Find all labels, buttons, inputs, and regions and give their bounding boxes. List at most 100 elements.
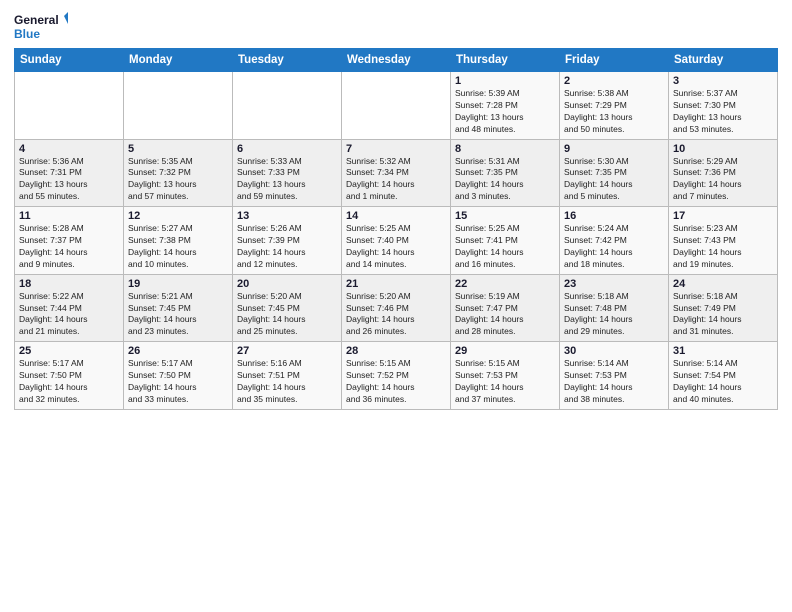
day-info: Sunrise: 5:20 AM Sunset: 7:45 PM Dayligh… bbox=[237, 291, 337, 339]
calendar-header-friday: Friday bbox=[560, 49, 669, 72]
calendar-cell: 5Sunrise: 5:35 AM Sunset: 7:32 PM Daylig… bbox=[124, 139, 233, 207]
calendar-cell: 10Sunrise: 5:29 AM Sunset: 7:36 PM Dayli… bbox=[669, 139, 778, 207]
day-number: 18 bbox=[19, 278, 119, 290]
calendar-cell: 30Sunrise: 5:14 AM Sunset: 7:53 PM Dayli… bbox=[560, 342, 669, 410]
day-number: 14 bbox=[346, 210, 446, 222]
day-number: 5 bbox=[128, 143, 228, 155]
calendar-cell: 18Sunrise: 5:22 AM Sunset: 7:44 PM Dayli… bbox=[15, 274, 124, 342]
calendar-cell: 20Sunrise: 5:20 AM Sunset: 7:45 PM Dayli… bbox=[233, 274, 342, 342]
day-info: Sunrise: 5:29 AM Sunset: 7:36 PM Dayligh… bbox=[673, 156, 773, 204]
calendar-cell: 19Sunrise: 5:21 AM Sunset: 7:45 PM Dayli… bbox=[124, 274, 233, 342]
calendar-header-sunday: Sunday bbox=[15, 49, 124, 72]
calendar-cell: 28Sunrise: 5:15 AM Sunset: 7:52 PM Dayli… bbox=[342, 342, 451, 410]
calendar-cell: 23Sunrise: 5:18 AM Sunset: 7:48 PM Dayli… bbox=[560, 274, 669, 342]
day-info: Sunrise: 5:25 AM Sunset: 7:40 PM Dayligh… bbox=[346, 223, 446, 271]
calendar-cell: 6Sunrise: 5:33 AM Sunset: 7:33 PM Daylig… bbox=[233, 139, 342, 207]
calendar-cell bbox=[342, 72, 451, 140]
day-number: 7 bbox=[346, 143, 446, 155]
day-info: Sunrise: 5:18 AM Sunset: 7:48 PM Dayligh… bbox=[564, 291, 664, 339]
calendar-table: SundayMondayTuesdayWednesdayThursdayFrid… bbox=[14, 48, 778, 410]
calendar-cell: 25Sunrise: 5:17 AM Sunset: 7:50 PM Dayli… bbox=[15, 342, 124, 410]
calendar-week-row: 1Sunrise: 5:39 AM Sunset: 7:28 PM Daylig… bbox=[15, 72, 778, 140]
day-info: Sunrise: 5:20 AM Sunset: 7:46 PM Dayligh… bbox=[346, 291, 446, 339]
day-number: 15 bbox=[455, 210, 555, 222]
day-info: Sunrise: 5:17 AM Sunset: 7:50 PM Dayligh… bbox=[128, 358, 228, 406]
day-number: 10 bbox=[673, 143, 773, 155]
calendar-cell: 14Sunrise: 5:25 AM Sunset: 7:40 PM Dayli… bbox=[342, 207, 451, 275]
day-number: 11 bbox=[19, 210, 119, 222]
calendar-cell: 21Sunrise: 5:20 AM Sunset: 7:46 PM Dayli… bbox=[342, 274, 451, 342]
calendar-cell: 16Sunrise: 5:24 AM Sunset: 7:42 PM Dayli… bbox=[560, 207, 669, 275]
day-number: 30 bbox=[564, 345, 664, 357]
day-info: Sunrise: 5:37 AM Sunset: 7:30 PM Dayligh… bbox=[673, 88, 773, 136]
day-info: Sunrise: 5:15 AM Sunset: 7:53 PM Dayligh… bbox=[455, 358, 555, 406]
calendar-cell: 8Sunrise: 5:31 AM Sunset: 7:35 PM Daylig… bbox=[451, 139, 560, 207]
calendar-cell bbox=[233, 72, 342, 140]
day-number: 17 bbox=[673, 210, 773, 222]
calendar-header-monday: Monday bbox=[124, 49, 233, 72]
calendar-cell: 15Sunrise: 5:25 AM Sunset: 7:41 PM Dayli… bbox=[451, 207, 560, 275]
day-number: 21 bbox=[346, 278, 446, 290]
calendar-cell: 29Sunrise: 5:15 AM Sunset: 7:53 PM Dayli… bbox=[451, 342, 560, 410]
day-info: Sunrise: 5:33 AM Sunset: 7:33 PM Dayligh… bbox=[237, 156, 337, 204]
calendar-header-wednesday: Wednesday bbox=[342, 49, 451, 72]
day-number: 31 bbox=[673, 345, 773, 357]
page-header: General Blue bbox=[14, 10, 778, 42]
day-number: 19 bbox=[128, 278, 228, 290]
day-number: 13 bbox=[237, 210, 337, 222]
day-info: Sunrise: 5:18 AM Sunset: 7:49 PM Dayligh… bbox=[673, 291, 773, 339]
day-info: Sunrise: 5:24 AM Sunset: 7:42 PM Dayligh… bbox=[564, 223, 664, 271]
calendar-header-row: SundayMondayTuesdayWednesdayThursdayFrid… bbox=[15, 49, 778, 72]
day-info: Sunrise: 5:15 AM Sunset: 7:52 PM Dayligh… bbox=[346, 358, 446, 406]
day-info: Sunrise: 5:30 AM Sunset: 7:35 PM Dayligh… bbox=[564, 156, 664, 204]
calendar-cell: 11Sunrise: 5:28 AM Sunset: 7:37 PM Dayli… bbox=[15, 207, 124, 275]
calendar-cell: 13Sunrise: 5:26 AM Sunset: 7:39 PM Dayli… bbox=[233, 207, 342, 275]
calendar-cell: 12Sunrise: 5:27 AM Sunset: 7:38 PM Dayli… bbox=[124, 207, 233, 275]
calendar-cell: 27Sunrise: 5:16 AM Sunset: 7:51 PM Dayli… bbox=[233, 342, 342, 410]
calendar-cell: 31Sunrise: 5:14 AM Sunset: 7:54 PM Dayli… bbox=[669, 342, 778, 410]
day-info: Sunrise: 5:26 AM Sunset: 7:39 PM Dayligh… bbox=[237, 223, 337, 271]
calendar-week-row: 4Sunrise: 5:36 AM Sunset: 7:31 PM Daylig… bbox=[15, 139, 778, 207]
svg-text:Blue: Blue bbox=[14, 27, 40, 41]
calendar-week-row: 11Sunrise: 5:28 AM Sunset: 7:37 PM Dayli… bbox=[15, 207, 778, 275]
calendar-cell bbox=[15, 72, 124, 140]
day-number: 4 bbox=[19, 143, 119, 155]
day-info: Sunrise: 5:38 AM Sunset: 7:29 PM Dayligh… bbox=[564, 88, 664, 136]
day-info: Sunrise: 5:32 AM Sunset: 7:34 PM Dayligh… bbox=[346, 156, 446, 204]
day-number: 25 bbox=[19, 345, 119, 357]
calendar-cell: 1Sunrise: 5:39 AM Sunset: 7:28 PM Daylig… bbox=[451, 72, 560, 140]
day-info: Sunrise: 5:16 AM Sunset: 7:51 PM Dayligh… bbox=[237, 358, 337, 406]
day-info: Sunrise: 5:31 AM Sunset: 7:35 PM Dayligh… bbox=[455, 156, 555, 204]
calendar-cell: 22Sunrise: 5:19 AM Sunset: 7:47 PM Dayli… bbox=[451, 274, 560, 342]
day-number: 27 bbox=[237, 345, 337, 357]
day-info: Sunrise: 5:23 AM Sunset: 7:43 PM Dayligh… bbox=[673, 223, 773, 271]
day-info: Sunrise: 5:39 AM Sunset: 7:28 PM Dayligh… bbox=[455, 88, 555, 136]
day-info: Sunrise: 5:36 AM Sunset: 7:31 PM Dayligh… bbox=[19, 156, 119, 204]
day-number: 23 bbox=[564, 278, 664, 290]
day-number: 3 bbox=[673, 75, 773, 87]
calendar-header-saturday: Saturday bbox=[669, 49, 778, 72]
logo: General Blue bbox=[14, 10, 68, 42]
calendar-cell: 2Sunrise: 5:38 AM Sunset: 7:29 PM Daylig… bbox=[560, 72, 669, 140]
calendar-cell: 17Sunrise: 5:23 AM Sunset: 7:43 PM Dayli… bbox=[669, 207, 778, 275]
calendar-week-row: 25Sunrise: 5:17 AM Sunset: 7:50 PM Dayli… bbox=[15, 342, 778, 410]
day-info: Sunrise: 5:27 AM Sunset: 7:38 PM Dayligh… bbox=[128, 223, 228, 271]
day-number: 28 bbox=[346, 345, 446, 357]
day-number: 1 bbox=[455, 75, 555, 87]
day-number: 2 bbox=[564, 75, 664, 87]
calendar-cell: 3Sunrise: 5:37 AM Sunset: 7:30 PM Daylig… bbox=[669, 72, 778, 140]
day-number: 26 bbox=[128, 345, 228, 357]
logo-svg: General Blue bbox=[14, 10, 68, 42]
calendar-header-tuesday: Tuesday bbox=[233, 49, 342, 72]
day-info: Sunrise: 5:21 AM Sunset: 7:45 PM Dayligh… bbox=[128, 291, 228, 339]
day-number: 16 bbox=[564, 210, 664, 222]
day-info: Sunrise: 5:17 AM Sunset: 7:50 PM Dayligh… bbox=[19, 358, 119, 406]
day-info: Sunrise: 5:19 AM Sunset: 7:47 PM Dayligh… bbox=[455, 291, 555, 339]
day-info: Sunrise: 5:14 AM Sunset: 7:54 PM Dayligh… bbox=[673, 358, 773, 406]
day-number: 6 bbox=[237, 143, 337, 155]
day-number: 29 bbox=[455, 345, 555, 357]
day-number: 20 bbox=[237, 278, 337, 290]
day-info: Sunrise: 5:22 AM Sunset: 7:44 PM Dayligh… bbox=[19, 291, 119, 339]
svg-text:General: General bbox=[14, 13, 59, 27]
day-number: 12 bbox=[128, 210, 228, 222]
